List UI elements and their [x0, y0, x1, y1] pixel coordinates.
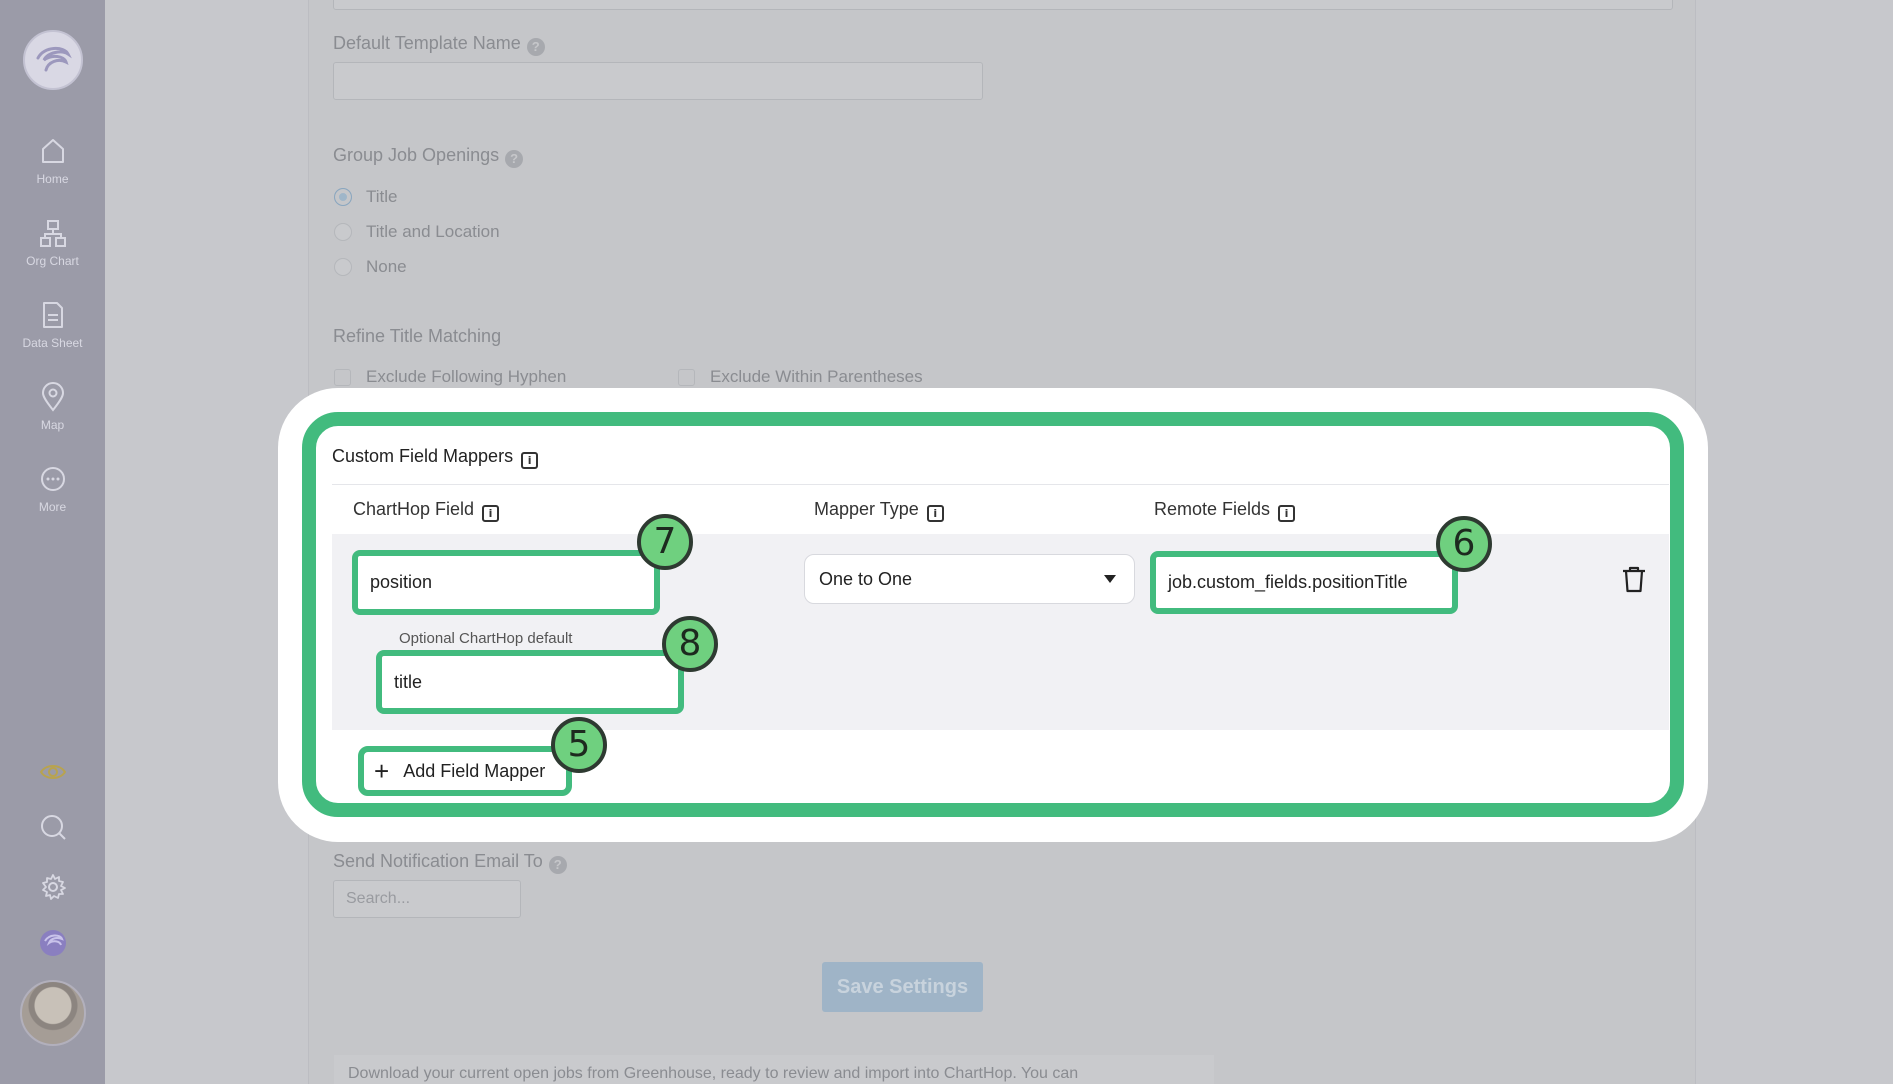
radio-label: Title and Location — [366, 222, 500, 241]
trash-icon[interactable] — [1620, 564, 1648, 594]
radio-label: None — [366, 257, 407, 276]
sidebar-item-label: Map — [40, 418, 65, 432]
search-icon[interactable] — [38, 812, 68, 842]
charthop-field-input[interactable]: position — [352, 550, 660, 615]
radio-none[interactable] — [334, 258, 352, 276]
step-badge-6: 6 — [1436, 516, 1492, 572]
optional-default-input[interactable]: title — [376, 650, 684, 714]
help-icon[interactable]: ? — [526, 38, 545, 56]
optional-default-label: Optional ChartHop default — [399, 630, 573, 647]
org-chart-icon — [39, 220, 66, 247]
plus-icon: + — [374, 756, 390, 786]
default-template-input[interactable] — [333, 62, 983, 100]
sidebar-item-label: Home — [36, 172, 69, 186]
charthop-logo-icon[interactable] — [38, 928, 68, 958]
charthop-logo[interactable] — [23, 30, 83, 90]
remote-field-input[interactable]: job.custom_fields.positionTitle — [1150, 551, 1458, 614]
eye-icon[interactable] — [38, 757, 68, 787]
column-charthop-field: ChartHop Field i — [353, 499, 500, 522]
checkbox-label: Exclude Within Parentheses — [710, 367, 923, 386]
add-field-mapper-label: Add Field Mapper — [403, 760, 546, 781]
help-icon[interactable]: ? — [548, 856, 567, 874]
top-input[interactable] — [333, 0, 1673, 10]
custom-field-mappers-title: Custom Field Mappers i — [332, 446, 539, 469]
sidebar-item-label: Org Chart — [26, 254, 79, 268]
step-badge-7: 7 — [637, 514, 693, 570]
sidebar-item-org-chart[interactable]: Org Chart — [0, 218, 105, 268]
sidebar-item-more[interactable]: More — [0, 464, 105, 514]
data-sheet-icon — [42, 302, 63, 328]
home-icon — [41, 139, 64, 163]
info-icon[interactable]: i — [482, 505, 500, 522]
radio-title[interactable] — [334, 188, 352, 206]
sidebar: Home Org Chart Data Sheet Map More — [0, 0, 105, 1084]
sidebar-item-label: More — [38, 500, 67, 514]
group-job-openings-label: Group Job Openings? — [333, 145, 524, 168]
step-badge-8: 8 — [662, 616, 718, 672]
more-icon — [40, 467, 65, 491]
sidebar-item-home[interactable]: Home — [0, 136, 105, 186]
refine-title-label: Refine Title Matching — [333, 326, 502, 346]
column-mapper-type: Mapper Type i — [814, 499, 944, 522]
map-pin-icon — [41, 382, 64, 412]
add-field-mapper-button[interactable]: + Add Field Mapper — [358, 746, 572, 796]
radio-label: Title — [366, 187, 398, 206]
default-template-label: Default Template Name? — [333, 33, 545, 56]
info-icon[interactable]: i — [521, 452, 539, 469]
sidebar-item-map[interactable]: Map — [0, 382, 105, 432]
download-description: Download your current open jobs from Gre… — [334, 1055, 1214, 1084]
help-icon[interactable]: ? — [505, 150, 524, 168]
column-remote-fields: Remote Fields i — [1154, 499, 1296, 522]
notification-email-label: Send Notification Email To? — [333, 851, 567, 874]
info-icon[interactable]: i — [1278, 505, 1296, 522]
chevron-down-icon — [1104, 575, 1116, 583]
checkbox-exclude-hyphen[interactable] — [334, 369, 351, 386]
avatar[interactable] — [20, 980, 86, 1046]
gear-icon[interactable] — [38, 872, 68, 902]
checkbox-label: Exclude Following Hyphen — [366, 367, 567, 386]
sidebar-item-label: Data Sheet — [22, 336, 83, 350]
mapper-type-select[interactable]: One to One — [804, 554, 1135, 604]
radio-title-and-location[interactable] — [334, 223, 352, 241]
notification-email-input[interactable]: Search... — [333, 880, 521, 918]
save-settings-button[interactable]: Save Settings — [822, 962, 983, 1012]
step-badge-5: 5 — [551, 717, 607, 773]
sidebar-item-data-sheet[interactable]: Data Sheet — [0, 300, 105, 350]
mapper-type-value: One to One — [819, 568, 913, 589]
info-icon[interactable]: i — [926, 505, 944, 522]
checkbox-exclude-parentheses[interactable] — [678, 369, 695, 386]
